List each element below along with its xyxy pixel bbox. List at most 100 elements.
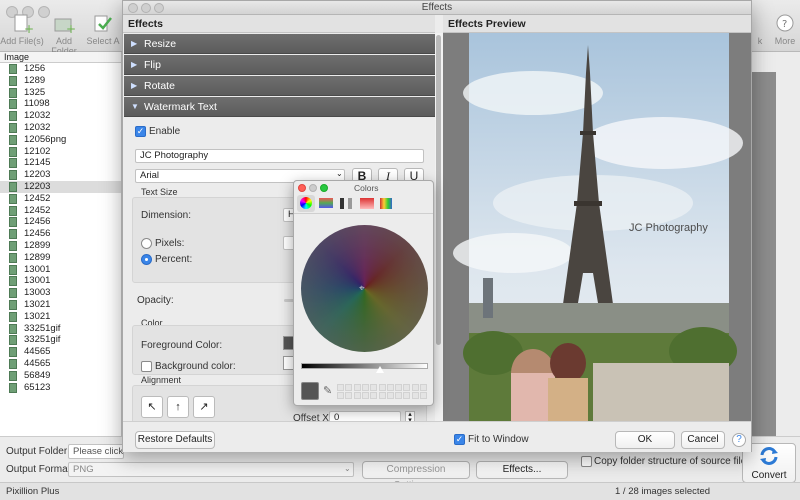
add-folder-button[interactable]: + Add Folder [42, 14, 86, 56]
enable-checkbox[interactable]: ✓ [135, 126, 146, 137]
current-color-swatch[interactable] [301, 382, 319, 400]
colors-close-dot[interactable] [298, 184, 306, 192]
align-top-left-arrow-icon[interactable]: ↖ [141, 396, 163, 418]
file-list-row[interactable]: 12456 [0, 228, 121, 240]
file-list-row[interactable]: 13001 [0, 264, 121, 276]
section-rotate[interactable]: ▶ Rotate [124, 76, 435, 96]
align-top-arrow-icon[interactable]: ↑ [167, 396, 189, 418]
file-list-row[interactable]: 12056png [0, 134, 121, 146]
custom-color-swatch[interactable] [386, 384, 394, 391]
file-list-row[interactable]: 12032 [0, 110, 121, 122]
custom-color-swatch[interactable] [403, 392, 411, 399]
custom-color-swatch[interactable] [378, 384, 386, 391]
section-flip[interactable]: ▶ Flip [124, 55, 435, 75]
fit-to-window-checkbox[interactable]: ✓ [454, 434, 465, 445]
custom-color-swatch[interactable] [395, 392, 403, 399]
custom-color-swatch[interactable] [378, 392, 386, 399]
file-list-row[interactable]: 12203 [0, 169, 121, 181]
colors-zoom-dot[interactable] [320, 184, 328, 192]
custom-color-swatch[interactable] [345, 392, 353, 399]
copy-structure-checkbox[interactable] [581, 456, 592, 467]
background-color-checkbox[interactable] [141, 361, 152, 372]
file-list-row[interactable]: 12899 [0, 240, 121, 252]
file-list-row[interactable]: 13021 [0, 311, 121, 323]
pencils-icon[interactable] [380, 198, 392, 209]
custom-color-swatch[interactable] [345, 384, 353, 391]
custom-color-swatch[interactable] [411, 384, 419, 391]
select-all-button[interactable]: Select A [84, 14, 122, 50]
image-file-icon [9, 323, 17, 334]
align-top-right-arrow-icon[interactable]: ↗ [193, 396, 215, 418]
file-list-row[interactable]: 12032 [0, 122, 121, 134]
custom-color-swatch[interactable] [403, 384, 411, 391]
effects-scrollbar-thumb[interactable] [436, 35, 441, 345]
custom-color-swatch[interactable] [361, 384, 369, 391]
output-format-select[interactable]: PNG [68, 462, 354, 477]
file-list-header[interactable]: Image [0, 52, 121, 63]
custom-color-swatch[interactable] [370, 384, 378, 391]
swatch-grid[interactable] [337, 384, 429, 402]
sliders-icon[interactable] [319, 198, 333, 208]
pixels-radio[interactable] [141, 238, 152, 249]
add-files-button[interactable]: + Add File(s) [0, 14, 44, 50]
toolbar-right-button-1[interactable]: k [752, 14, 768, 50]
file-list-row[interactable]: 56849 [0, 370, 121, 382]
dialog-zoom-dot[interactable] [154, 3, 164, 13]
custom-color-swatch[interactable] [411, 392, 419, 399]
ok-button[interactable]: OK [615, 431, 675, 449]
image-palettes-icon[interactable] [360, 198, 374, 209]
custom-color-swatch[interactable] [337, 384, 344, 391]
dialog-close-dot[interactable] [128, 3, 138, 13]
file-list-row[interactable]: 44565 [0, 346, 121, 358]
output-folder-field[interactable]: Please click Br [68, 444, 124, 459]
custom-color-swatch[interactable] [420, 384, 427, 391]
custom-color-swatch[interactable] [386, 392, 394, 399]
custom-color-swatch[interactable] [370, 392, 378, 399]
file-list-row[interactable]: 12456 [0, 216, 121, 228]
file-list-row[interactable]: 33251gif [0, 334, 121, 346]
file-list-row[interactable]: 33251gif [0, 323, 121, 335]
eyedropper-icon[interactable]: ✎ [323, 384, 332, 397]
percent-radio[interactable] [141, 254, 152, 265]
file-list-row[interactable]: 12899 [0, 252, 121, 264]
file-list-row[interactable]: 12452 [0, 193, 121, 205]
more-button[interactable]: ? More [770, 14, 800, 50]
brightness-slider[interactable] [301, 363, 428, 369]
file-list-row[interactable]: 11098 [0, 98, 121, 110]
file-list-row[interactable]: 1325 [0, 87, 121, 99]
effects-button[interactable]: Effects... [476, 461, 568, 479]
offset-x-stepper[interactable]: ▴ ▾ [405, 411, 415, 421]
crosshair-icon[interactable]: ⌖ [359, 283, 365, 294]
file-list-row[interactable]: 1289 [0, 75, 121, 87]
dialog-minimize-dot[interactable] [141, 3, 151, 13]
custom-color-swatch[interactable] [361, 392, 369, 399]
file-list-row[interactable]: 13001 [0, 275, 121, 287]
file-list-row[interactable]: 12203 [0, 180, 121, 193]
custom-color-swatch[interactable] [337, 392, 344, 399]
file-list-row[interactable]: 13003 [0, 287, 121, 299]
compression-settings-button[interactable]: Compression Settings... [362, 461, 470, 491]
custom-color-swatch[interactable] [395, 384, 403, 391]
palettes-icon[interactable] [340, 198, 352, 209]
custom-color-swatch[interactable] [353, 384, 361, 391]
brightness-slider-knob[interactable] [376, 366, 384, 373]
custom-color-swatch[interactable] [420, 392, 427, 399]
file-list-row[interactable]: 12452 [0, 205, 121, 217]
watermark-text-input[interactable]: JC Photography [135, 149, 424, 163]
file-list-row[interactable]: 1256 [0, 63, 121, 75]
file-list-row[interactable]: 13021 [0, 299, 121, 311]
section-resize[interactable]: ▶ Resize [124, 34, 435, 54]
restore-defaults-button[interactable]: Restore Defaults [135, 431, 215, 449]
file-list-row[interactable]: 12102 [0, 146, 121, 158]
file-list-row[interactable]: 65123 [0, 382, 121, 394]
help-button[interactable]: ? [732, 433, 746, 447]
file-list-row[interactable]: 44565 [0, 358, 121, 370]
custom-color-swatch[interactable] [353, 392, 361, 399]
colors-minimize-dot[interactable] [309, 184, 317, 192]
section-watermark-text[interactable]: ▼ Watermark Text [124, 97, 435, 117]
file-list-row[interactable]: 12145 [0, 157, 121, 169]
file-list[interactable]: Image 1256 1289 1325 11098 12032 12032 12056pn… [0, 52, 122, 436]
effects-scrollbar[interactable] [435, 33, 443, 421]
cancel-button[interactable]: Cancel [681, 431, 725, 449]
offset-x-field[interactable]: 0 [329, 411, 401, 421]
